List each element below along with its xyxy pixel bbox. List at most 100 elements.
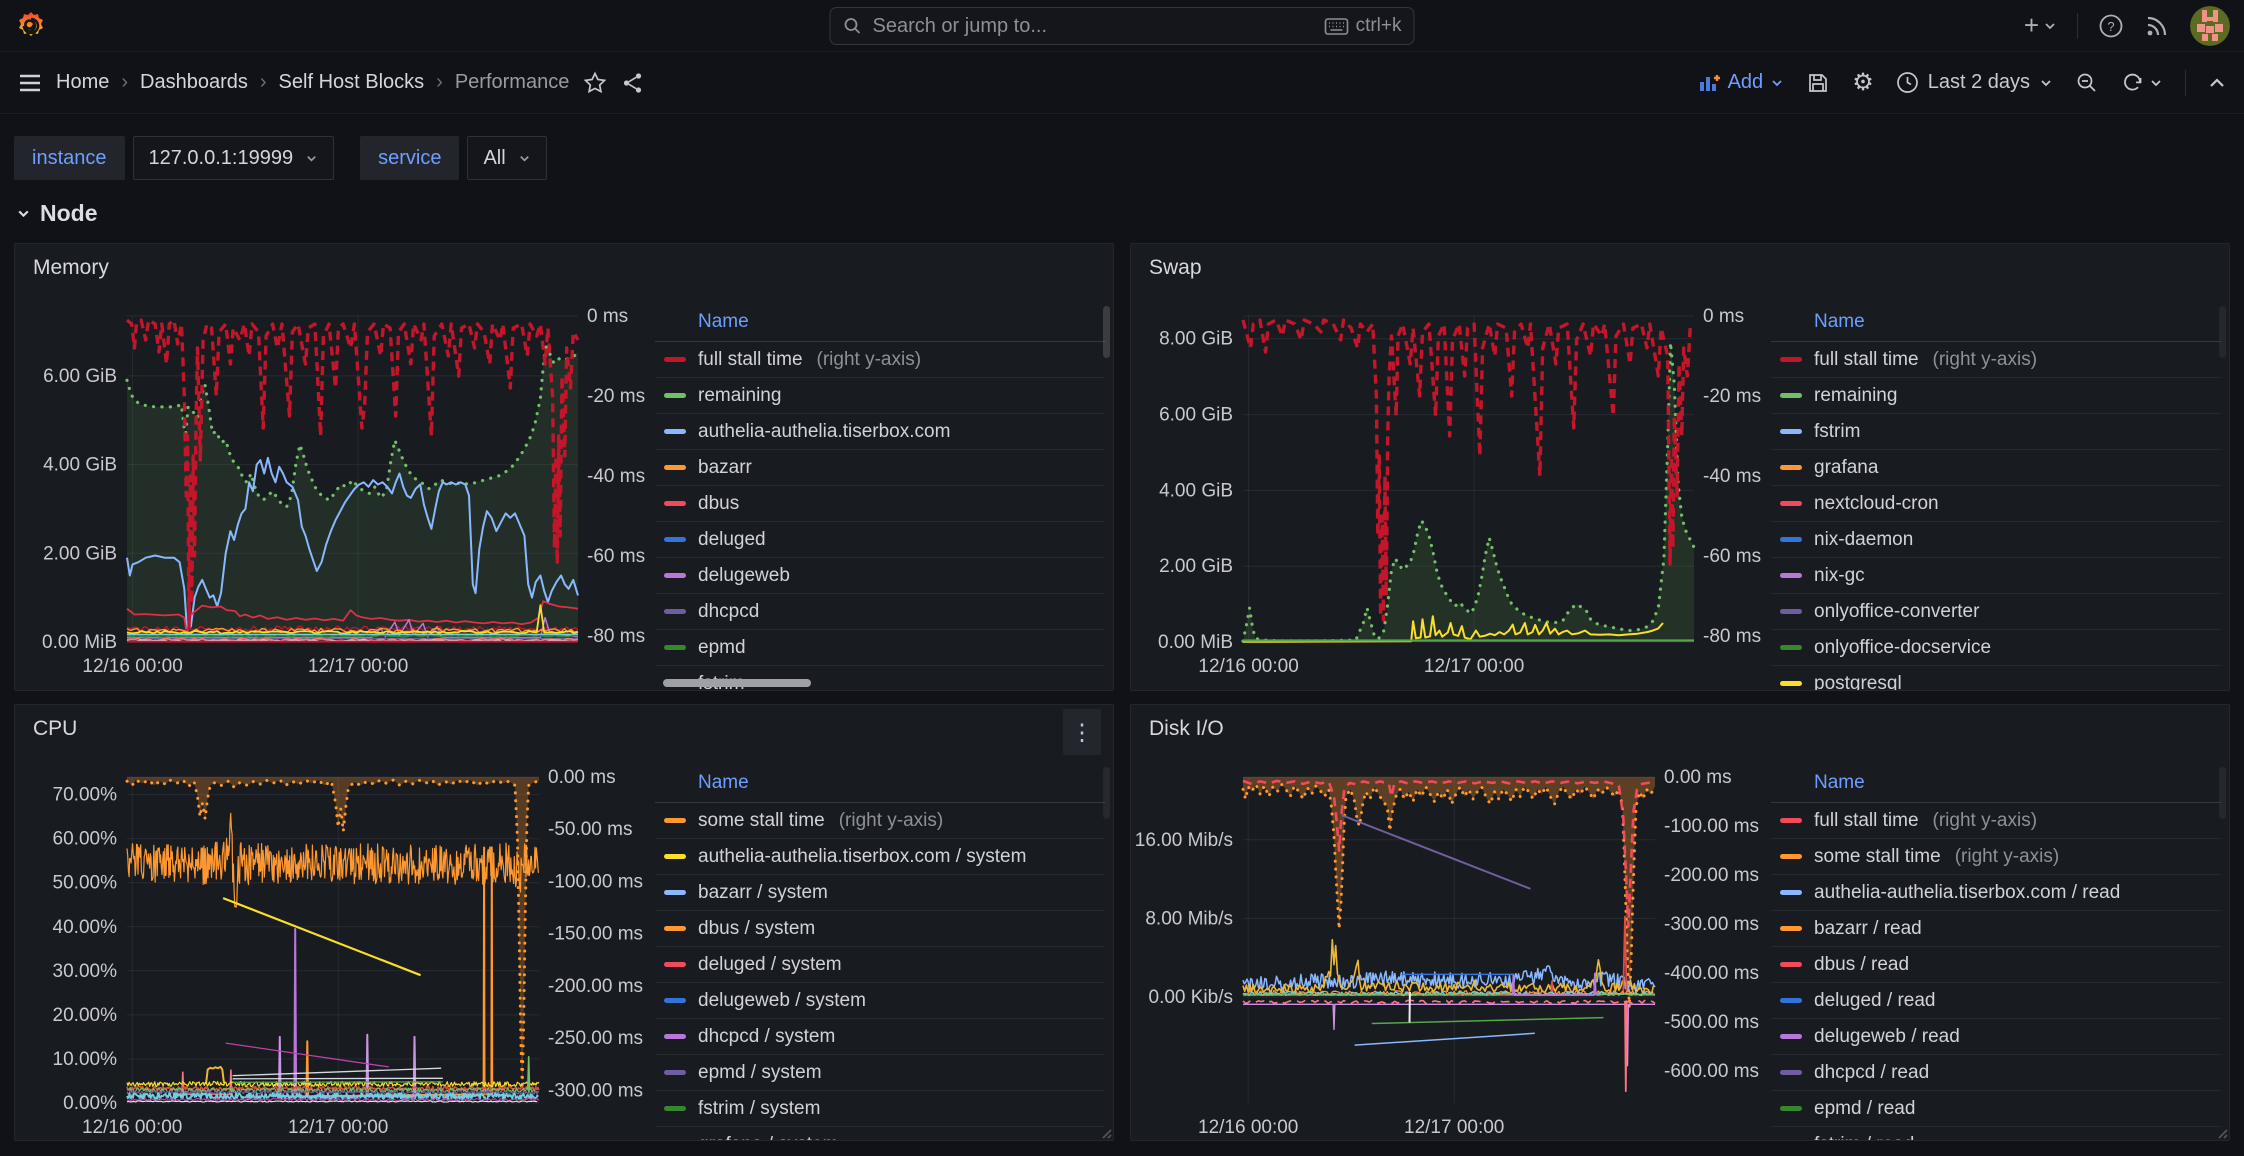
legend-row[interactable]: epmd	[655, 630, 1105, 666]
legend-row[interactable]: epmd / read	[1771, 1091, 2221, 1127]
chart[interactable]: 0.00 MiB2.00 GiB4.00 GiB6.00 GiB8.00 GiB…	[1131, 302, 1791, 691]
series-color-swatch[interactable]	[1780, 609, 1802, 614]
save-dashboard-button[interactable]	[1806, 71, 1830, 95]
series-color-swatch[interactable]	[664, 501, 686, 506]
breadcrumb-item[interactable]: Self Host Blocks	[279, 71, 425, 94]
series-color-swatch[interactable]	[1780, 357, 1802, 362]
legend-row[interactable]: bazarr	[655, 450, 1105, 486]
panel-menu-button[interactable]: ⋮	[1063, 709, 1101, 755]
breadcrumb-item[interactable]: Home	[56, 71, 109, 94]
legend-horizontal-scrollbar[interactable]	[663, 679, 811, 687]
legend-row[interactable]: some stall time(right y-axis)	[655, 803, 1105, 839]
series-color-swatch[interactable]	[664, 573, 686, 578]
legend-vertical-scrollbar[interactable]	[2219, 767, 2226, 819]
legend-row[interactable]: epmd / system	[655, 1055, 1105, 1091]
legend-row[interactable]: authelia-authelia.tiserbox.com / system	[655, 839, 1105, 875]
filter-label[interactable]: instance	[14, 136, 125, 180]
legend-row[interactable]: dhcpcd / system	[655, 1019, 1105, 1055]
legend-row[interactable]: dbus / system	[655, 911, 1105, 947]
dashboard-settings-button[interactable]: ⚙	[1852, 68, 1874, 97]
legend-row[interactable]: nix-daemon	[1771, 522, 2221, 558]
help-button[interactable]: ?	[2098, 13, 2124, 39]
new-dashboard-button[interactable]: +	[2024, 10, 2057, 41]
series-color-swatch[interactable]	[664, 609, 686, 614]
series-color-swatch[interactable]	[1780, 393, 1802, 398]
series-color-swatch[interactable]	[1780, 926, 1802, 931]
legend-row[interactable]: authelia-authelia.tiserbox.com	[655, 414, 1105, 450]
series-color-swatch[interactable]	[1780, 962, 1802, 967]
add-panel-button[interactable]: Add	[1699, 71, 1785, 94]
panel-title[interactable]: Disk I/O	[1149, 717, 1224, 741]
legend-row[interactable]: onlyoffice-converter	[1771, 594, 2221, 630]
series-color-swatch[interactable]	[664, 429, 686, 434]
search-bar[interactable]: ctrl+k	[830, 7, 1415, 45]
series-color-swatch[interactable]	[664, 854, 686, 859]
chart[interactable]: 0.00%10.00%20.00%30.00%40.00%50.00%60.00…	[15, 763, 675, 1141]
panel-title[interactable]: Memory	[33, 256, 109, 280]
legend-header-name[interactable]: Name	[698, 772, 749, 794]
search-input[interactable]	[873, 15, 1315, 38]
legend-header-name[interactable]: Name	[1814, 311, 1865, 333]
legend-row[interactable]: delugeweb	[655, 558, 1105, 594]
refresh-button[interactable]	[2121, 71, 2163, 95]
legend-row[interactable]: grafana / system	[655, 1127, 1105, 1140]
series-color-swatch[interactable]	[664, 1106, 686, 1111]
chart[interactable]: 0.00 Kib/s8.00 Mib/s16.00 Mib/s0.00 ms-1…	[1131, 763, 1791, 1141]
legend-row[interactable]: delugeweb / read	[1771, 1019, 2221, 1055]
legend-row[interactable]: full stall time(right y-axis)	[655, 342, 1105, 378]
legend-row[interactable]: dhcpcd	[655, 594, 1105, 630]
mega-menu-button[interactable]	[18, 73, 42, 93]
series-color-swatch[interactable]	[1780, 681, 1802, 686]
series-color-swatch[interactable]	[1780, 1034, 1802, 1039]
legend-row[interactable]: dbus / read	[1771, 947, 2221, 983]
series-color-swatch[interactable]	[664, 962, 686, 967]
series-color-swatch[interactable]	[1780, 537, 1802, 542]
legend-vertical-scrollbar[interactable]	[1103, 767, 1110, 819]
series-color-swatch[interactable]	[1780, 573, 1802, 578]
series-color-swatch[interactable]	[1780, 465, 1802, 470]
legend-header-name[interactable]: Name	[698, 311, 749, 333]
legend-row[interactable]: authelia-authelia.tiserbox.com / read	[1771, 875, 2221, 911]
series-color-swatch[interactable]	[1780, 818, 1802, 823]
legend-row[interactable]: bazarr / read	[1771, 911, 2221, 947]
legend-row[interactable]: fstrim	[1771, 414, 2221, 450]
series-color-swatch[interactable]	[664, 537, 686, 542]
series-color-swatch[interactable]	[664, 818, 686, 823]
zoom-out-button[interactable]	[2075, 71, 2099, 95]
legend-row[interactable]: remaining	[1771, 378, 2221, 414]
series-color-swatch[interactable]	[664, 465, 686, 470]
legend-row[interactable]: fstrim / system	[655, 1091, 1105, 1127]
legend-row[interactable]: nix-gc	[1771, 558, 2221, 594]
breadcrumb-item[interactable]: Performance	[455, 71, 570, 94]
series-color-swatch[interactable]	[664, 1070, 686, 1075]
avatar[interactable]	[2190, 6, 2230, 46]
share-button[interactable]	[621, 71, 645, 95]
news-button[interactable]	[2144, 13, 2170, 39]
grafana-logo[interactable]	[14, 9, 48, 43]
series-color-swatch[interactable]	[1780, 501, 1802, 506]
chart[interactable]: 0.00 MiB2.00 GiB4.00 GiB6.00 GiB0 ms-20 …	[15, 302, 675, 691]
legend-row[interactable]: fstrim / read	[1771, 1127, 2221, 1140]
filter-value-dropdown[interactable]: All	[467, 136, 546, 180]
panel-title[interactable]: Swap	[1149, 256, 1202, 280]
legend-row[interactable]: full stall time(right y-axis)	[1771, 342, 2221, 378]
panel-resize-handle[interactable]	[1098, 1125, 1112, 1139]
legend-row[interactable]: deluged / read	[1771, 983, 2221, 1019]
series-color-swatch[interactable]	[664, 1034, 686, 1039]
series-color-swatch[interactable]	[664, 357, 686, 362]
legend-row[interactable]: dbus	[655, 486, 1105, 522]
legend-row[interactable]: onlyoffice-docservice	[1771, 630, 2221, 666]
legend-row[interactable]: full stall time(right y-axis)	[1771, 803, 2221, 839]
series-color-swatch[interactable]	[664, 998, 686, 1003]
filter-label[interactable]: service	[360, 136, 459, 180]
legend-row[interactable]: deluged / system	[655, 947, 1105, 983]
series-color-swatch[interactable]	[664, 890, 686, 895]
legend-row[interactable]: some stall time(right y-axis)	[1771, 839, 2221, 875]
series-color-swatch[interactable]	[664, 645, 686, 650]
legend-vertical-scrollbar[interactable]	[1103, 306, 1110, 358]
series-color-swatch[interactable]	[1780, 998, 1802, 1003]
row-node[interactable]: Node	[0, 180, 2244, 241]
legend-row[interactable]: remaining	[655, 378, 1105, 414]
series-color-swatch[interactable]	[664, 926, 686, 931]
legend-vertical-scrollbar[interactable]	[2219, 306, 2226, 358]
